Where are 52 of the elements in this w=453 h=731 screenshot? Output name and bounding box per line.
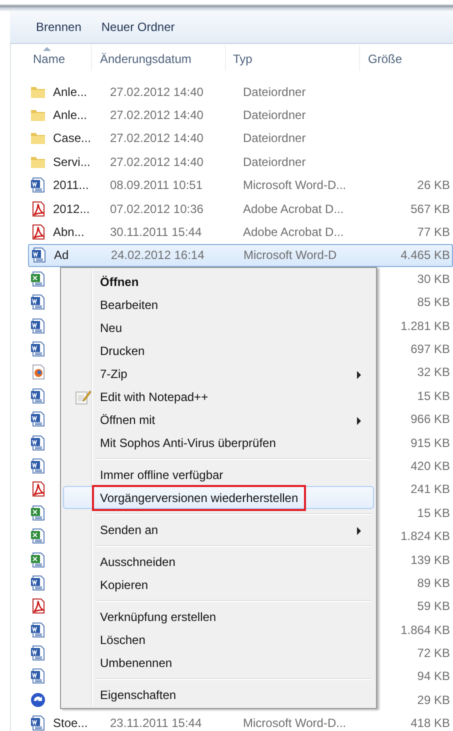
modified-date: 27.02.2012 14:40 <box>110 154 204 169</box>
file-type: Adobe Acrobat D... <box>243 202 344 216</box>
file-size: 966 KB <box>410 412 450 426</box>
file-name: Anle... <box>53 84 88 99</box>
file-type: Dateiordner <box>243 84 306 99</box>
modified-date: 08.09.2011 10:51 <box>110 178 203 192</box>
file-name: 2011... <box>53 178 89 192</box>
file-size: 30 KB <box>417 272 450 286</box>
file-size: 89 KB <box>417 576 450 590</box>
file-name: Servi... <box>53 154 90 169</box>
file-name: Ad <box>54 248 69 262</box>
modified-date: 23.11.2011 15:44 <box>110 716 202 730</box>
file-size: 32 KB <box>417 365 450 380</box>
file-size: 94 KB <box>417 669 450 684</box>
file-type: Dateiordner <box>243 154 306 169</box>
file-size: 1.281 KB <box>400 318 450 333</box>
file-type: Dateiordner <box>243 108 306 122</box>
file-size: 72 KB <box>417 646 450 660</box>
outlined-label: Vorgängerversionen wiederherstellen <box>92 484 306 510</box>
file-name: Anle... <box>53 108 88 122</box>
file-size: 1.824 KB <box>400 529 450 544</box>
modified-date: 27.02.2012 14:40 <box>110 84 204 99</box>
file-size: 59 KB <box>417 599 450 614</box>
modified-date: 27.02.2012 14:40 <box>110 108 204 122</box>
file-size: 241 KB <box>410 482 450 496</box>
modified-date: 27.02.2012 14:40 <box>110 131 204 146</box>
file-size: 567 KB <box>410 202 450 216</box>
modified-date: 07.02.2012 10:36 <box>110 202 204 216</box>
file-name: 2012... <box>53 202 90 216</box>
file-size: 697 KB <box>410 342 450 356</box>
file-name: Abn... <box>53 225 84 240</box>
file-size: 139 KB <box>410 552 450 566</box>
modified-date: 30.11.2011 15:44 <box>110 225 202 240</box>
file-size: 915 KB <box>410 436 450 450</box>
file-size: 26 KB <box>417 178 450 192</box>
file-size: 77 KB <box>417 225 450 240</box>
file-type: Dateiordner <box>243 131 306 146</box>
file-size: 4.465 KB <box>400 248 450 262</box>
file-size: 15 KB <box>417 506 450 520</box>
file-size: 420 KB <box>410 458 450 473</box>
modified-date: 24.02.2012 16:14 <box>110 248 204 262</box>
file-type: Microsoft Word-D... <box>243 178 346 192</box>
file-type: Microsoft Word-D <box>244 248 337 262</box>
file-size: 418 KB <box>410 716 450 730</box>
file-name: Case... <box>53 131 92 146</box>
file-name: Stoe... <box>53 716 88 730</box>
file-size: 29 KB <box>417 692 450 707</box>
file-type: Adobe Acrobat D... <box>243 225 344 240</box>
file-size: 1.864 KB <box>400 622 450 637</box>
file-size: 85 KB <box>417 295 450 310</box>
file-size: 15 KB <box>417 388 450 403</box>
file-type: Microsoft Word-D... <box>243 716 346 730</box>
